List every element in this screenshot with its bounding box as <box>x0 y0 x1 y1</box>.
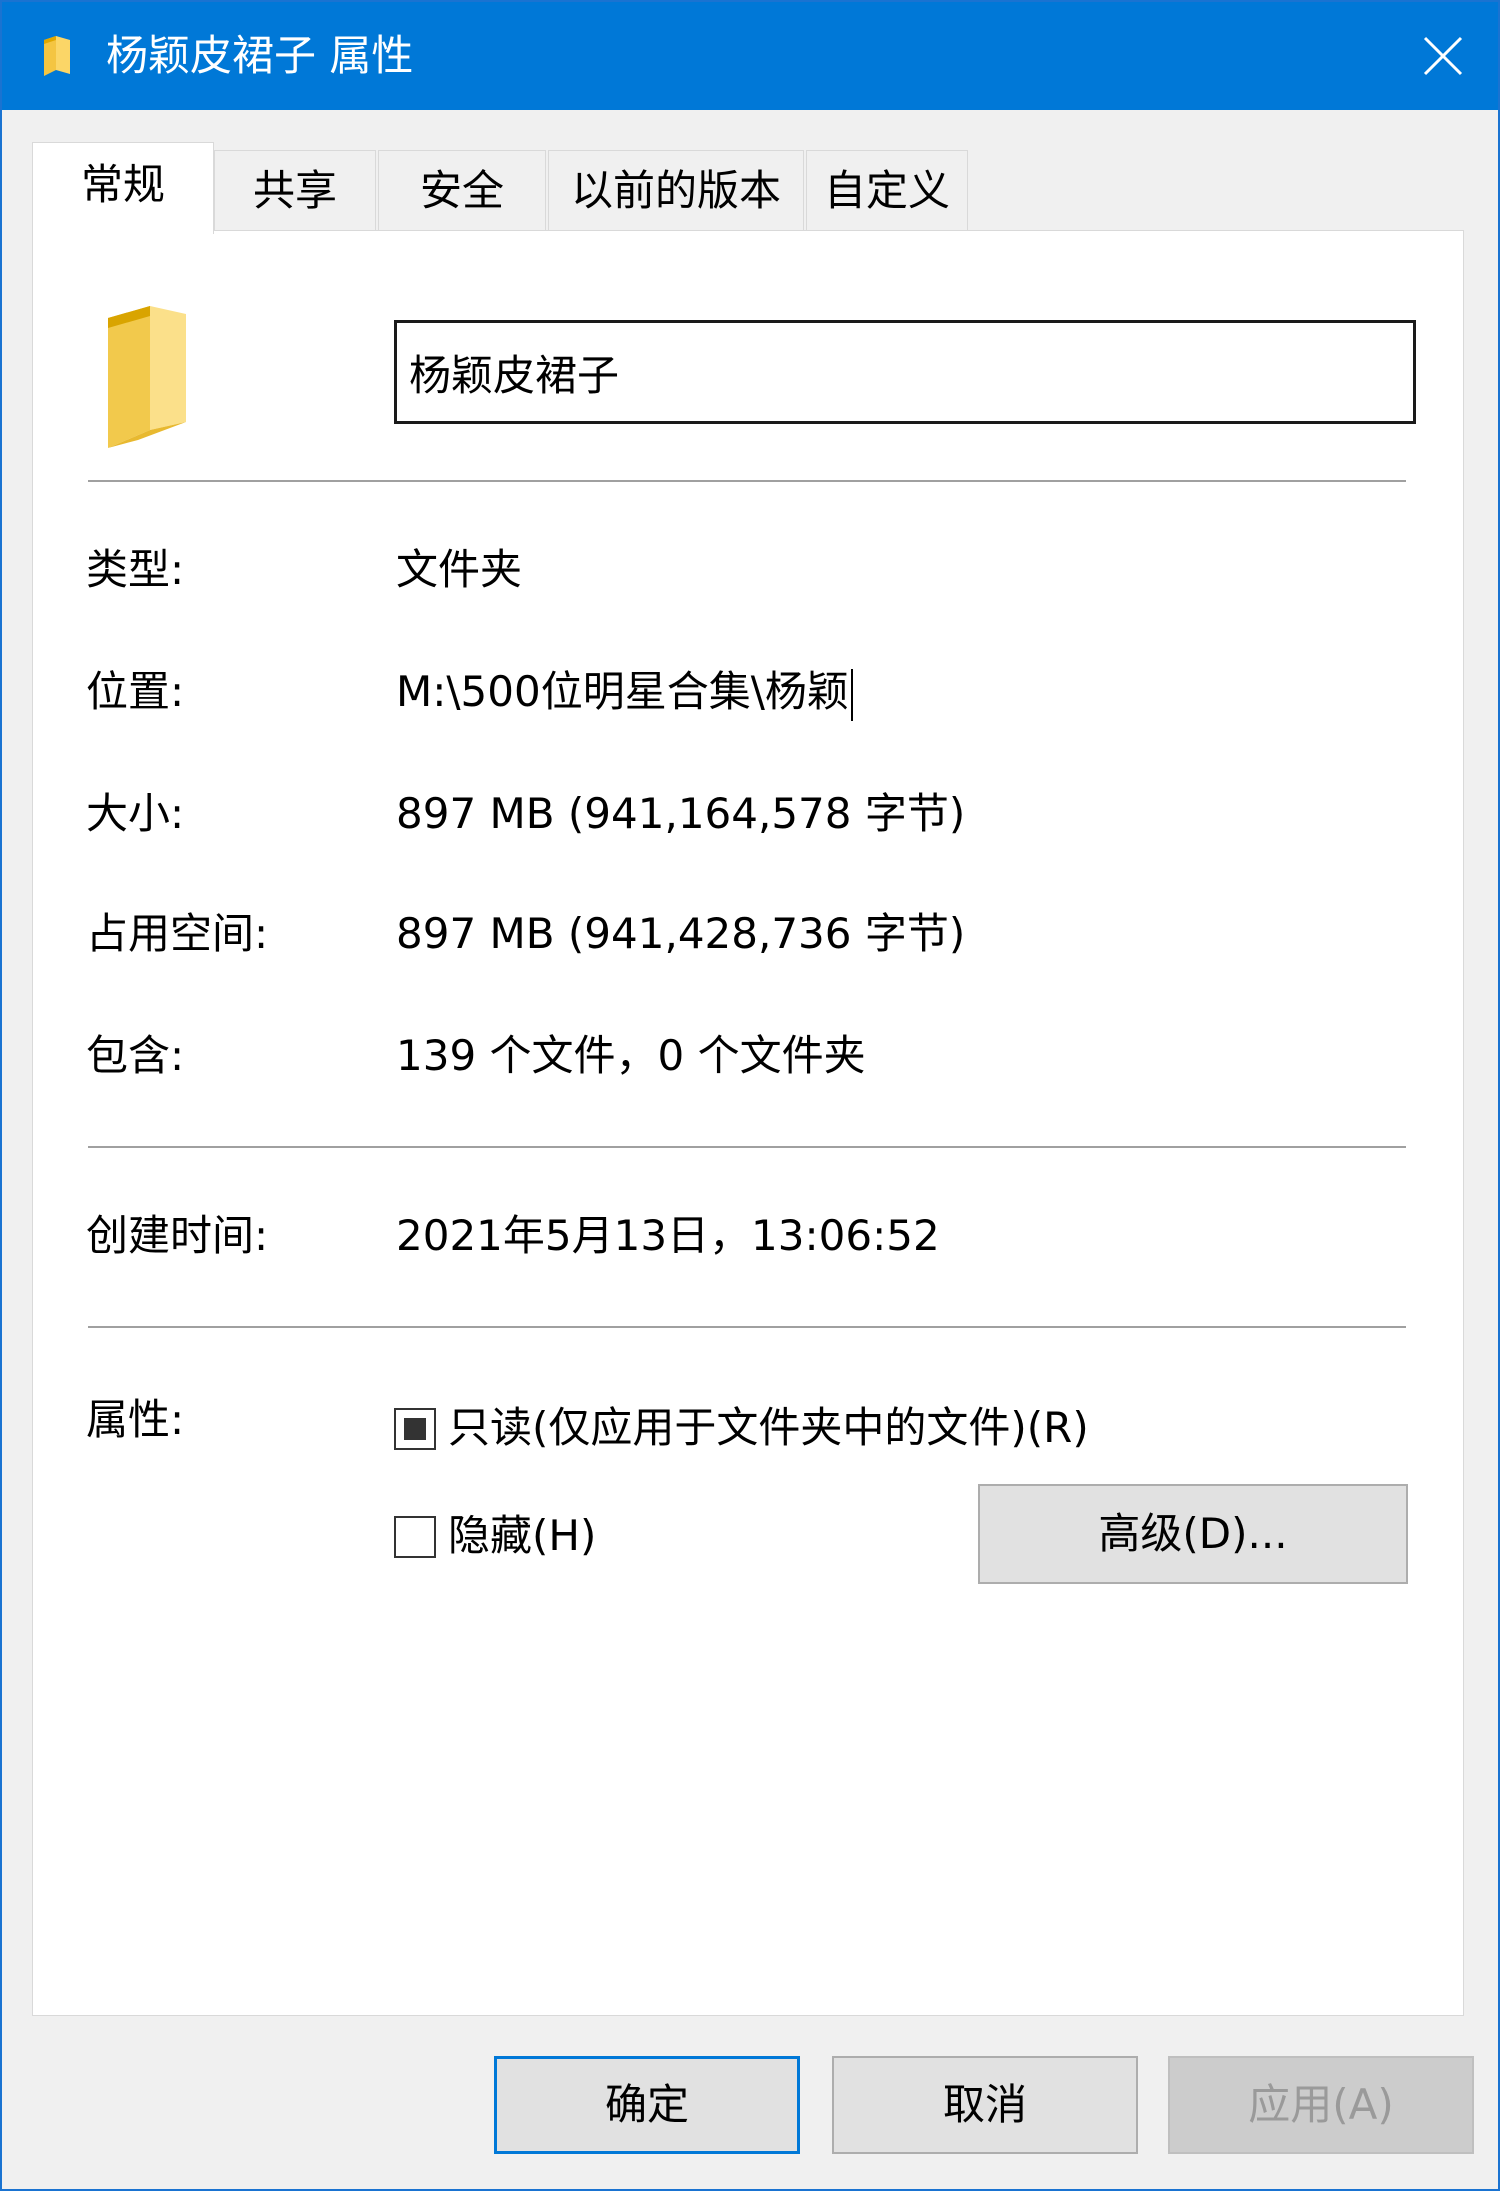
ok-button[interactable]: 确定 <box>494 2056 800 2154</box>
hidden-label[interactable]: 隐藏(H) <box>448 1508 596 1564</box>
size-label: 大小: <box>86 789 185 838</box>
separator <box>88 480 1406 482</box>
separator <box>88 1146 1406 1148</box>
folder-icon <box>108 306 186 448</box>
created-label: 创建时间: <box>86 1211 269 1260</box>
general-panel <box>32 230 1464 2016</box>
tab-sharing[interactable]: 共享 <box>214 150 376 230</box>
tab-general[interactable]: 常规 <box>32 142 214 234</box>
text-cursor <box>850 668 853 721</box>
folder-name-input[interactable] <box>394 320 1416 424</box>
attributes-label: 属性: <box>86 1395 185 1444</box>
location-value[interactable]: M:\500位明星合集\杨颖 <box>396 667 849 716</box>
type-label: 类型: <box>86 545 185 594</box>
contains-label: 包含: <box>86 1031 185 1080</box>
readonly-label[interactable]: 只读(仅应用于文件夹中的文件)(R) <box>448 1400 1089 1456</box>
properties-window: 杨颖皮裙子 属性 常规 共享 安全 以前的版本 自定义 类型: 文件夹 位置: … <box>0 0 1500 2191</box>
close-button[interactable] <box>1388 2 1498 110</box>
title-bar[interactable]: 杨颖皮裙子 属性 <box>2 2 1498 110</box>
hidden-checkbox[interactable] <box>394 1516 436 1558</box>
tab-previous-versions[interactable]: 以前的版本 <box>548 150 804 230</box>
close-icon <box>1423 36 1463 76</box>
created-value: 2021年5月13日，13:06:52 <box>396 1211 940 1260</box>
tab-security[interactable]: 安全 <box>378 150 546 230</box>
window-title: 杨颖皮裙子 属性 <box>106 31 414 80</box>
location-label: 位置: <box>86 667 185 716</box>
apply-button[interactable]: 应用(A) <box>1168 2056 1474 2154</box>
contains-value: 139 个文件，0 个文件夹 <box>396 1031 866 1080</box>
separator <box>88 1326 1406 1328</box>
tab-customize[interactable]: 自定义 <box>806 150 968 230</box>
size-on-disk-label: 占用空间: <box>86 909 269 958</box>
advanced-button[interactable]: 高级(D)... <box>978 1484 1408 1584</box>
location-value-container[interactable]: M:\500位明星合集\杨颖 <box>396 664 853 721</box>
cancel-button[interactable]: 取消 <box>832 2056 1138 2154</box>
type-value: 文件夹 <box>396 545 523 594</box>
size-value: 897 MB (941,164,578 字节) <box>396 789 966 838</box>
folder-icon <box>44 36 70 76</box>
readonly-checkbox[interactable] <box>394 1408 436 1450</box>
size-on-disk-value: 897 MB (941,428,736 字节) <box>396 909 966 958</box>
